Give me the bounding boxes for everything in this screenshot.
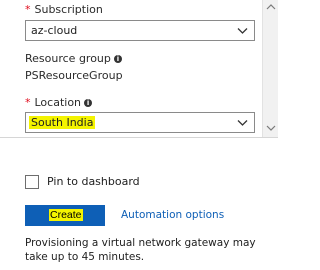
- scroll-down-arrow-icon[interactable]: [266, 124, 276, 132]
- automation-options-link[interactable]: Automation options: [121, 209, 224, 221]
- required-marker: *: [25, 3, 31, 16]
- scroll-up-arrow-icon[interactable]: [266, 3, 276, 11]
- required-marker: *: [25, 96, 31, 109]
- resource-group-label-text: Resource group: [25, 52, 111, 65]
- provisioning-note: Provisioning a virtual network gateway m…: [25, 237, 256, 263]
- pin-to-dashboard-checkbox[interactable]: [25, 175, 39, 189]
- location-label-text: Location: [34, 96, 82, 109]
- location-dropdown[interactable]: South India: [25, 112, 255, 133]
- subscription-label: * Subscription: [25, 3, 103, 16]
- subscription-dropdown[interactable]: az-cloud: [25, 20, 255, 41]
- subscription-label-text: Subscription: [34, 3, 103, 16]
- info-icon[interactable]: i: [84, 99, 93, 107]
- location-label: * Location i: [25, 96, 93, 109]
- create-button-label: Create: [49, 209, 83, 221]
- chevron-down-icon: [237, 120, 248, 126]
- info-icon[interactable]: i: [113, 55, 122, 63]
- subscription-value: az-cloud: [31, 24, 78, 37]
- resource-group-label: Resource group i: [25, 52, 122, 65]
- form-pane: * Subscription az-cloud Resource group i P…: [0, 0, 262, 137]
- resource-group-value: PSResourceGroup: [25, 69, 123, 82]
- location-value: South India: [29, 116, 96, 129]
- vertical-scrollbar[interactable]: [262, 0, 278, 137]
- section-divider: [0, 137, 278, 138]
- pin-to-dashboard-label[interactable]: Pin to dashboard: [47, 175, 140, 188]
- create-button[interactable]: Create: [25, 205, 105, 226]
- chevron-down-icon: [237, 28, 248, 34]
